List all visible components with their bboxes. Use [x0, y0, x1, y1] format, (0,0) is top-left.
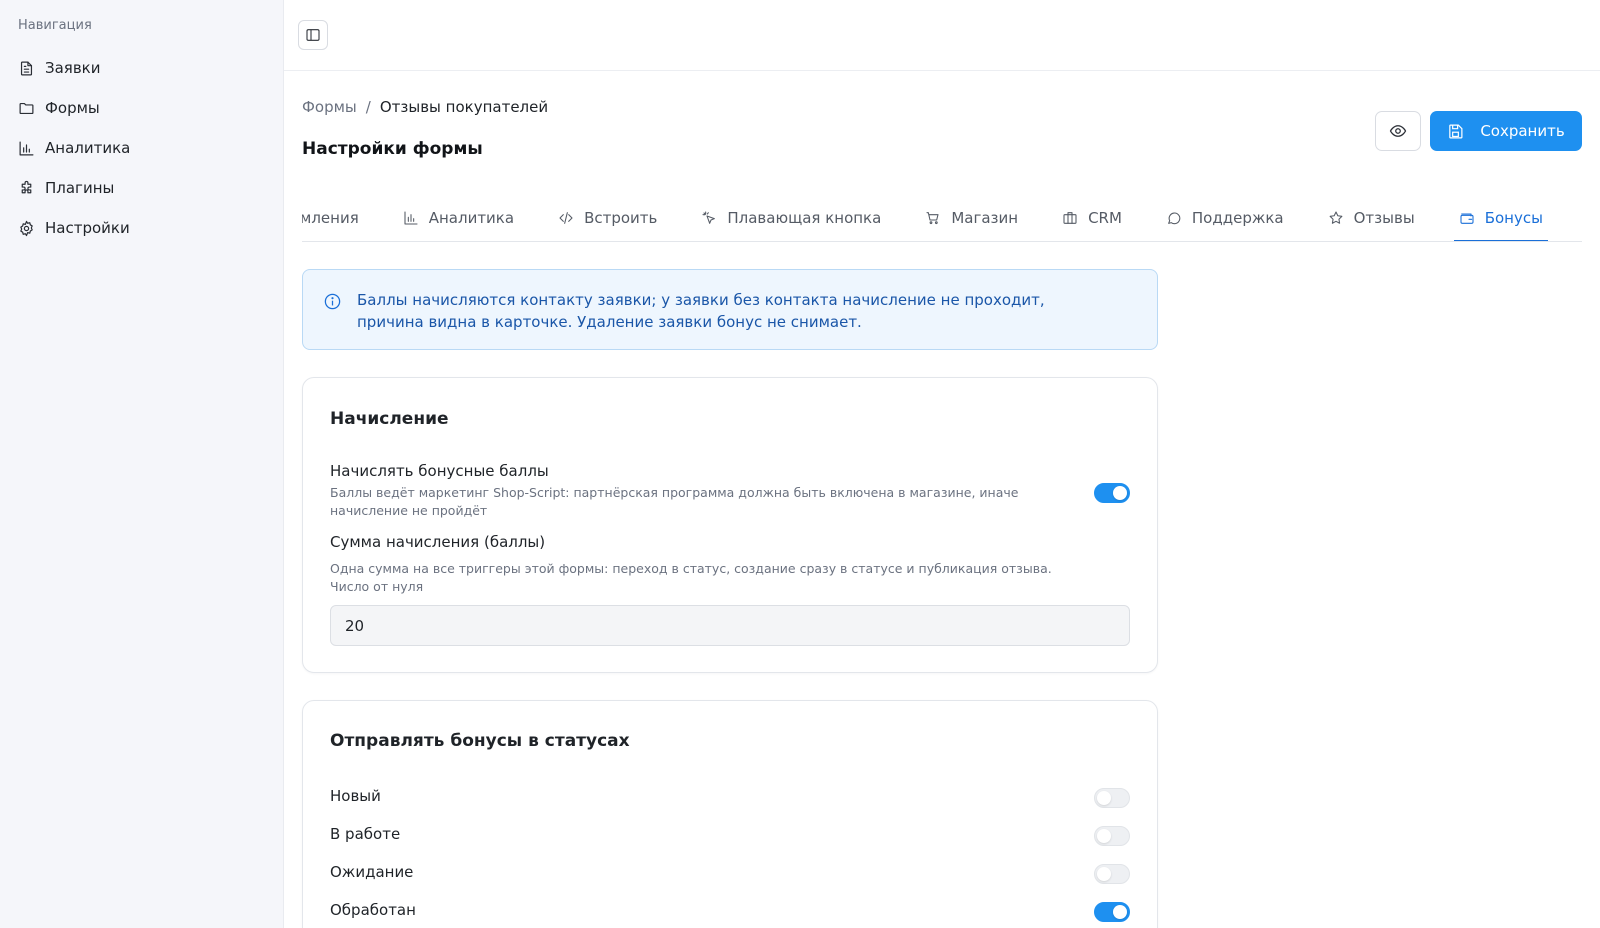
- star-icon: [1329, 211, 1343, 224]
- amount-label: Сумма начисления (баллы): [330, 533, 546, 551]
- bar-chart-icon: [19, 141, 34, 155]
- sidebar: Навигация Заявки Формы Аналитика Плагины…: [0, 0, 284, 928]
- info-icon: [324, 293, 341, 310]
- breadcrumb-current: Отзывы покупателей: [379, 98, 549, 116]
- breadcrumb-separator: /: [365, 98, 371, 116]
- sidebar-item-forms[interactable]: Формы: [18, 88, 130, 128]
- tab-label: мления: [302, 209, 359, 227]
- save-button[interactable]: Сохранить: [1430, 111, 1582, 151]
- tab-label: Встроить: [584, 209, 658, 227]
- preview-button[interactable]: [1375, 111, 1421, 151]
- toggle-knob: [1113, 486, 1127, 500]
- puzzle-icon: [21, 180, 32, 193]
- tab-reviews[interactable]: Отзывы: [1328, 195, 1415, 241]
- document-icon: [20, 61, 33, 75]
- toggle-knob: [1097, 867, 1111, 881]
- sidebar-item-label: Заявки: [45, 59, 101, 77]
- sidebar-item-analytics[interactable]: Аналитика: [18, 128, 130, 168]
- tab-label: Поддержка: [1191, 209, 1284, 227]
- help-line: Число от нуля: [330, 579, 424, 594]
- tab-label: Отзывы: [1353, 209, 1415, 227]
- enable-bonus-toggle[interactable]: [1094, 483, 1130, 503]
- code-icon: [559, 212, 573, 224]
- cart-icon: [926, 212, 939, 225]
- breadcrumb: Формы / Отзывы покупателей: [302, 98, 548, 116]
- toggle-knob: [1097, 829, 1111, 843]
- topbar: [284, 0, 1600, 71]
- tab-bar: мления Аналитика Встроить Плавающая кноп…: [302, 195, 1582, 242]
- sidebar-item-label: Настройки: [45, 219, 130, 237]
- status-label-processed: Обработан: [330, 901, 416, 919]
- enable-bonus-label: Начислять бонусные баллы: [330, 462, 549, 480]
- alert-text-line-2: причина видна в карточке. Удаление заявк…: [357, 313, 862, 331]
- enable-bonus-help: Баллы ведёт маркетинг Shop-Script: партн…: [330, 484, 1018, 520]
- sidebar-panel-icon: [306, 29, 320, 41]
- eye-icon: [1389, 125, 1407, 137]
- briefcase-icon: [1063, 212, 1077, 224]
- page-title: Настройки формы: [302, 139, 483, 159]
- tab-support[interactable]: Поддержка: [1166, 195, 1284, 241]
- amount-input[interactable]: 20: [330, 605, 1130, 646]
- tab-bonuses[interactable]: Бонусы: [1453, 195, 1549, 241]
- status-toggle-new[interactable]: [1094, 788, 1130, 808]
- chat-bubble-icon: [1168, 212, 1181, 225]
- accrual-card: Начисление Начислять бонусные баллы Балл…: [302, 377, 1158, 673]
- folder-icon: [19, 102, 34, 114]
- status-label-in-progress: В работе: [330, 825, 401, 843]
- toggle-knob: [1097, 791, 1111, 805]
- save-button-label: Сохранить: [1480, 122, 1565, 140]
- tab-shop[interactable]: Магазин: [925, 195, 1018, 241]
- status-label-new: Новый: [330, 787, 381, 805]
- wallet-icon: [1460, 213, 1474, 224]
- info-alert: Баллы начисляются контакту заявки; у зая…: [302, 269, 1158, 350]
- status-toggle-in-progress[interactable]: [1094, 826, 1130, 846]
- tab-label: Аналитика: [428, 209, 515, 227]
- tab-embed[interactable]: Встроить: [558, 195, 657, 241]
- status-label-waiting: Ожидание: [330, 863, 414, 881]
- status-toggle-processed[interactable]: [1094, 902, 1130, 922]
- sidebar-item-plugins[interactable]: Плагины: [18, 168, 130, 208]
- toggle-knob: [1113, 905, 1127, 919]
- statuses-card: Отправлять бонусы в статусах Новый В раб…: [302, 700, 1158, 928]
- tab-crm[interactable]: CRM: [1062, 195, 1122, 241]
- sidebar-item-settings[interactable]: Настройки: [18, 208, 130, 248]
- tab-label: Бонусы: [1484, 209, 1543, 227]
- tab-label: Плавающая кнопка: [727, 209, 882, 227]
- card-title: Начисление: [330, 409, 449, 429]
- gear-icon: [20, 220, 33, 236]
- sidebar-item-label: Плагины: [45, 179, 115, 197]
- sidebar-title: Навигация: [18, 18, 92, 33]
- amount-help: Одна сумма на все триггеры этой формы: п…: [330, 560, 1052, 596]
- help-line: начисление не пройдёт: [330, 503, 488, 518]
- sidebar-nav: Заявки Формы Аналитика Плагины Настройки: [18, 48, 130, 248]
- tab-label: Магазин: [951, 209, 1019, 227]
- sidebar-toggle-button[interactable]: [298, 20, 328, 50]
- card-title: Отправлять бонусы в статусах: [330, 731, 630, 751]
- tab-notifications[interactable]: мления: [302, 195, 359, 241]
- status-toggle-waiting[interactable]: [1094, 864, 1130, 884]
- alert-text-line-1: Баллы начисляются контакту заявки; у зая…: [357, 291, 1045, 309]
- help-line: Баллы ведёт маркетинг Shop-Script: партн…: [330, 485, 1019, 500]
- pointer-click-icon: [702, 211, 716, 224]
- sidebar-item-requests[interactable]: Заявки: [18, 48, 130, 88]
- sidebar-item-label: Аналитика: [45, 139, 131, 157]
- tab-floating-button[interactable]: Плавающая кнопка: [701, 195, 881, 241]
- tab-analytics[interactable]: Аналитика: [403, 195, 514, 241]
- sidebar-item-label: Формы: [45, 99, 100, 117]
- breadcrumb-link-forms[interactable]: Формы: [302, 98, 357, 116]
- bar-chart-icon: [404, 211, 418, 225]
- tab-label: CRM: [1088, 209, 1122, 227]
- floppy-disk-icon: [1449, 124, 1463, 138]
- help-line: Одна сумма на все триггеры этой формы: п…: [330, 561, 1052, 576]
